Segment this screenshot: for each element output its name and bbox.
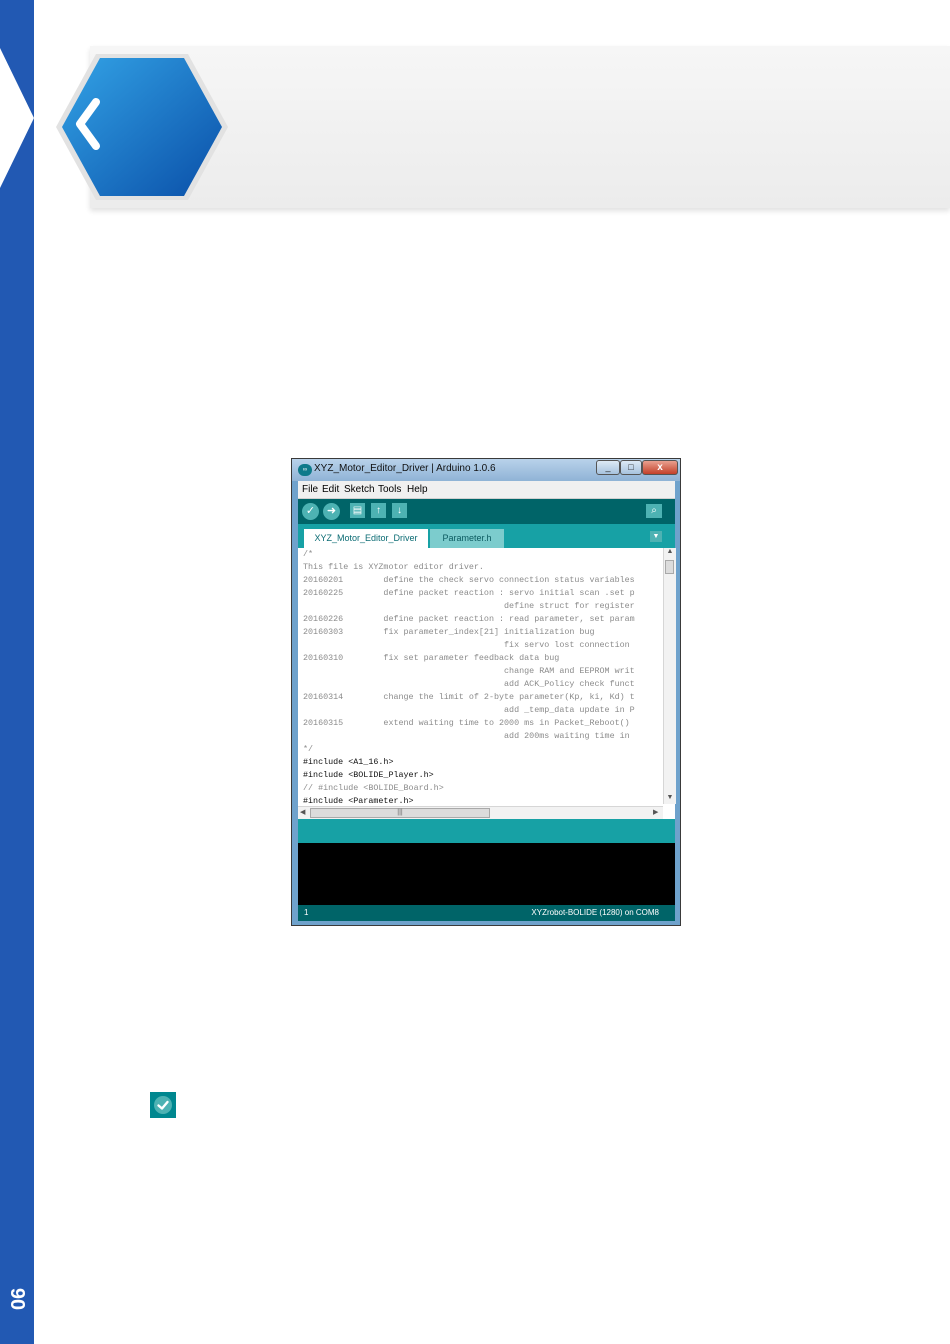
verify-check-icon bbox=[150, 1092, 176, 1118]
code-line: define struct for register bbox=[303, 601, 635, 611]
tab-bar: XYZ_Motor_Editor_Driver Parameter.h ▼ bbox=[298, 524, 675, 548]
code-line: #include <BOLIDE_Player.h> bbox=[303, 770, 434, 780]
code-editor[interactable]: /* This file is XYZmotor editor driver. … bbox=[298, 548, 663, 806]
back-chevron-icon[interactable] bbox=[66, 94, 106, 154]
status-bar: 1 XYZrobot-BOLIDE (1280) on COM8 bbox=[298, 905, 675, 921]
upload-button[interactable]: ➜ bbox=[323, 503, 340, 520]
window-title: XYZ_Motor_Editor_Driver | Arduino 1.0.6 bbox=[314, 463, 496, 474]
tab-parameter-h[interactable]: Parameter.h bbox=[430, 529, 504, 548]
code-line: add ACK_Policy check funct bbox=[303, 679, 635, 689]
arduino-ide-screenshot: ∞ XYZ_Motor_Editor_Driver | Arduino 1.0.… bbox=[291, 458, 681, 926]
window-titlebar: ∞ XYZ_Motor_Editor_Driver | Arduino 1.0.… bbox=[292, 459, 680, 481]
scroll-up-arrow-icon[interactable]: ▲ bbox=[664, 548, 676, 555]
message-strip bbox=[298, 819, 675, 843]
minimize-button[interactable]: _ bbox=[596, 460, 620, 475]
tab-main-sketch[interactable]: XYZ_Motor_Editor_Driver bbox=[304, 529, 428, 548]
code-line: 20160225 define packet reaction : servo … bbox=[303, 588, 635, 598]
code-line: add 200ms waiting time in bbox=[303, 731, 630, 741]
horizontal-scroll-thumb[interactable]: ||| bbox=[310, 808, 490, 818]
code-line: This file is XYZmotor editor driver. bbox=[303, 562, 484, 572]
menu-tools[interactable]: Tools bbox=[378, 484, 401, 495]
code-line: 20160303 fix parameter_index[21] initial… bbox=[303, 627, 595, 637]
code-line: // #include <BOLIDE_Board.h> bbox=[303, 783, 444, 793]
save-sketch-button[interactable]: ↓ bbox=[392, 503, 407, 518]
line-number: 1 bbox=[304, 908, 309, 917]
code-line: /* bbox=[303, 549, 314, 559]
code-line: change RAM and EEPROM writ bbox=[303, 666, 635, 676]
code-line: add _temp_data update in P bbox=[303, 705, 635, 715]
board-port-info: XYZrobot-BOLIDE (1280) on COM8 bbox=[531, 908, 659, 917]
serial-monitor-button[interactable]: ⌕ bbox=[646, 504, 662, 518]
code-line: 20160201 define the check servo connecti… bbox=[303, 575, 635, 585]
code-line: */ bbox=[303, 744, 314, 754]
code-line: #include <A1_16.h> bbox=[303, 757, 394, 767]
horizontal-scrollbar[interactable]: ◀ ||| ▶ bbox=[298, 806, 663, 819]
verify-button[interactable]: ✓ bbox=[302, 503, 319, 520]
side-stripe bbox=[0, 0, 34, 1344]
side-notch bbox=[0, 48, 34, 188]
scroll-right-arrow-icon[interactable]: ▶ bbox=[653, 807, 658, 819]
scroll-left-arrow-icon[interactable]: ◀ bbox=[300, 807, 305, 819]
menu-sketch[interactable]: Sketch bbox=[344, 484, 375, 495]
code-line: #include <Parameter.h> bbox=[303, 796, 414, 806]
console-output bbox=[298, 843, 675, 905]
menu-edit[interactable]: Edit bbox=[322, 484, 339, 495]
new-sketch-button[interactable]: ▤ bbox=[350, 503, 365, 518]
code-line: 20160310 fix set parameter feedback data… bbox=[303, 653, 560, 663]
code-line: 20160315 extend waiting time to 2000 ms … bbox=[303, 718, 630, 728]
page-number: 90 bbox=[6, 1287, 29, 1311]
maximize-button[interactable]: □ bbox=[620, 460, 642, 475]
code-line: 20160226 define packet reaction : read p… bbox=[303, 614, 635, 624]
ide-toolbar: ✓ ➜ ▤ ↑ ↓ ⌕ bbox=[298, 499, 675, 524]
menu-file[interactable]: File bbox=[302, 484, 318, 495]
code-line: 20160314 change the limit of 2-byte para… bbox=[303, 692, 635, 702]
menu-bar: File Edit Sketch Tools Help bbox=[298, 481, 675, 499]
scroll-down-arrow-icon[interactable]: ▼ bbox=[664, 794, 676, 801]
ide-body: File Edit Sketch Tools Help ✓ ➜ ▤ ↑ ↓ ⌕ … bbox=[298, 481, 676, 921]
tab-menu-icon[interactable]: ▼ bbox=[650, 531, 662, 542]
vertical-scrollbar[interactable]: ▲ ▼ bbox=[663, 548, 676, 804]
arduino-logo-icon: ∞ bbox=[298, 464, 312, 476]
menu-help[interactable]: Help bbox=[407, 484, 428, 495]
code-line: fix servo lost connection bbox=[303, 640, 630, 650]
close-button[interactable]: x bbox=[642, 460, 678, 475]
vertical-scroll-thumb[interactable] bbox=[665, 560, 674, 574]
open-sketch-button[interactable]: ↑ bbox=[371, 503, 386, 518]
